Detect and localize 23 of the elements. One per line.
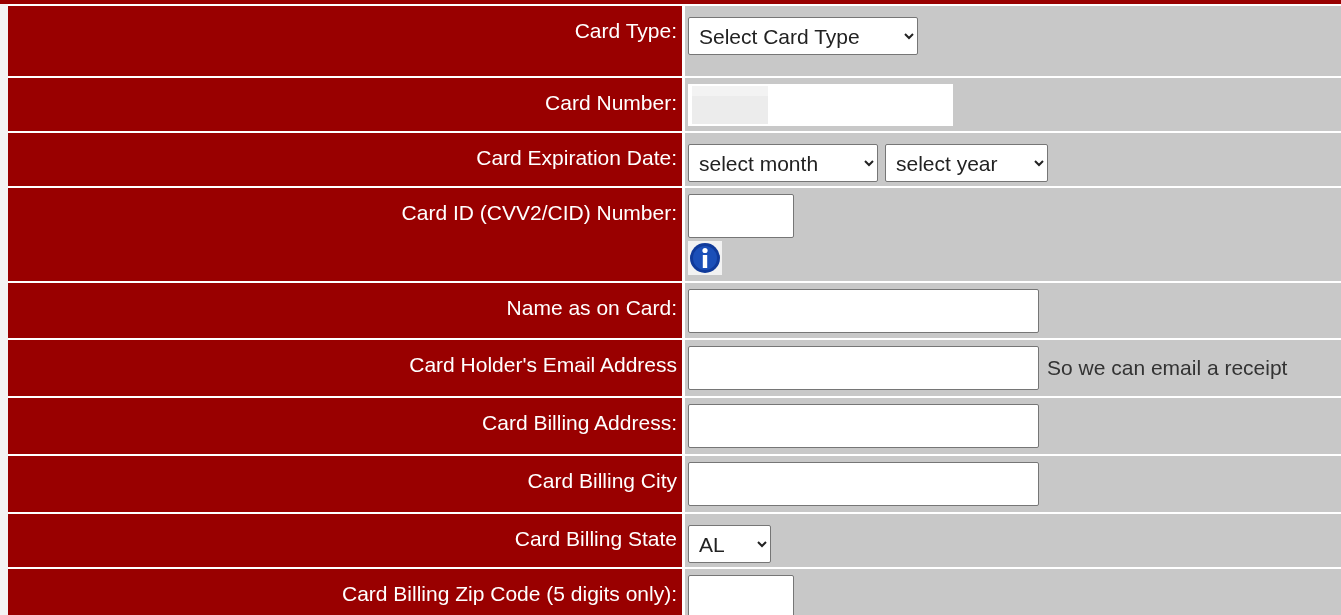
field-label: Card Billing Zip Code (5 digits only):	[342, 581, 677, 607]
field-label: Card Type:	[574, 18, 677, 44]
dropdown[interactable]: select year	[885, 144, 1048, 182]
input-field[interactable]	[688, 404, 1039, 448]
dropdown[interactable]: Select Card Type	[688, 17, 918, 55]
field-label: Card Holder's Email Address	[409, 352, 677, 378]
field-label: Card Billing Address:	[482, 410, 677, 436]
input-field[interactable]	[688, 462, 1039, 506]
input-field[interactable]	[688, 194, 794, 238]
field-label: Card Expiration Date:	[476, 145, 677, 171]
dropdown[interactable]: select month	[688, 144, 878, 182]
dropdown[interactable]: AL	[688, 525, 771, 563]
field-label: Card Billing State	[514, 526, 677, 552]
input-field[interactable]	[688, 289, 1039, 333]
input-field[interactable]	[688, 575, 794, 615]
info-icon[interactable]	[688, 241, 722, 275]
field-label: Name as on Card:	[506, 295, 677, 321]
input-field[interactable]	[688, 84, 953, 126]
helper-text: So we can email a receipt	[1047, 355, 1288, 381]
input-field[interactable]	[688, 346, 1039, 390]
field-label: Card ID (CVV2/CID) Number:	[401, 200, 677, 226]
field-label: Card Number:	[545, 90, 677, 116]
field-label: Card Billing City	[527, 468, 677, 494]
